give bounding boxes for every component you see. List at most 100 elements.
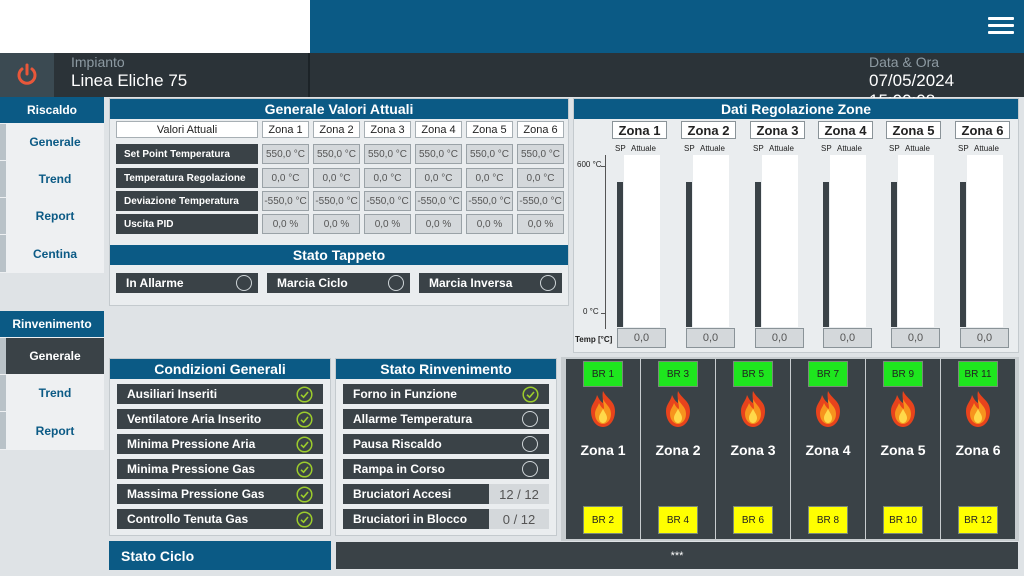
zone-regulation-title: Dati Regolazione Zone	[574, 99, 1018, 119]
values-table-cell: 0,0 %	[364, 214, 411, 234]
condition-item-label: Massima Pressione Gas	[127, 487, 265, 501]
zone-sp-bar	[755, 182, 761, 327]
condition-item-label: Controllo Tenuta Gas	[127, 512, 249, 526]
plant-label: Impianto	[71, 54, 125, 70]
sidebar-item-riscaldo-centina[interactable]: Centina	[0, 235, 104, 272]
burner-zone-name: Zona 3	[730, 442, 776, 458]
status-in-allarme: In Allarme	[116, 273, 258, 293]
zone-sp-bar	[823, 182, 829, 327]
zone-header: Zona 1	[612, 121, 667, 139]
sidebar-item-riscaldo-generale[interactable]: Generale	[0, 124, 104, 160]
values-table-cell: 550,0 °C	[415, 144, 462, 164]
sidebar-item-rinvenimento-generale[interactable]: Generale	[0, 338, 104, 374]
check-circle-icon	[296, 410, 313, 428]
burner-top-badge: BR 11	[958, 361, 998, 387]
burner-zone-name: Zona 4	[805, 442, 851, 458]
condition-item-label: Ausiliari Inseriti	[127, 387, 218, 401]
values-table-zone-header: Zona 1	[262, 121, 309, 138]
burner-bottom-badge: BR 2	[583, 506, 623, 534]
indicator-circle-icon	[522, 461, 538, 477]
rinvenimento-title: Stato Rinvenimento	[336, 359, 556, 379]
rinvenimento-item: Pausa Riscaldo	[343, 434, 549, 454]
sidebar-item-rinvenimento-report[interactable]: Report	[0, 412, 104, 449]
values-table-row-label: Set Point Temperatura	[116, 144, 258, 164]
sidebar-item-rinvenimento-trend[interactable]: Trend	[0, 375, 104, 411]
burner-top-badge: BR 7	[808, 361, 848, 387]
zone-actual-track	[967, 155, 1003, 327]
zone-sp-label: SP	[889, 144, 900, 153]
burner-zone-name: Zona 6	[955, 442, 1001, 458]
burner-bottom-badge: BR 10	[883, 506, 923, 534]
zone-actual-label: Attuale	[700, 144, 725, 153]
condition-item-label: Minima Pressione Gas	[127, 462, 256, 476]
values-table-cell: 550,0 °C	[517, 144, 564, 164]
zone-sp-label: SP	[821, 144, 832, 153]
rinvenimento-item-label: Allarme Temperatura	[353, 412, 473, 426]
zone-actual-track	[762, 155, 798, 327]
zone-actual-track	[624, 155, 660, 327]
indicator-circle-icon	[522, 436, 538, 452]
check-circle-icon	[296, 460, 313, 478]
values-table-cell: 550,0 °C	[262, 144, 309, 164]
status-marcia-ciclo: Marcia Ciclo	[267, 273, 410, 293]
rinvenimento-item: Allarme Temperatura	[343, 409, 549, 429]
stato-tappeto-title: Stato Tappeto	[110, 245, 568, 265]
zone-actual-track	[898, 155, 934, 327]
values-table-row-label: Temperatura Regolazione	[116, 168, 258, 188]
values-table-cell: -550,0 °C	[517, 191, 564, 211]
zone-header: Zona 2	[681, 121, 736, 139]
zone-sp-label: SP	[684, 144, 695, 153]
zone-actual-track	[830, 155, 866, 327]
condition-item: Ausiliari Inseriti	[117, 384, 323, 404]
flame-icon	[585, 389, 621, 429]
temp-unit-label: Temp [°C]	[575, 335, 613, 344]
status-in-allarme-indicator-icon	[236, 275, 252, 291]
zone-header: Zona 6	[955, 121, 1010, 139]
stato-ciclo-value: ***	[336, 542, 1018, 569]
values-table-cell: 0,0 °C	[517, 168, 564, 188]
zone-actual-label: Attuale	[974, 144, 999, 153]
bruciatori-accesi-value: 12 / 12	[489, 484, 549, 504]
values-table-cell: -550,0 °C	[415, 191, 462, 211]
burner-zone-name: Zona 2	[655, 442, 701, 458]
zone-sp-bar	[891, 182, 897, 327]
rinvenimento-item-label: Rampa in Corso	[353, 462, 446, 476]
zone-sp-label: SP	[753, 144, 764, 153]
condizioni-title: Condizioni Generali	[110, 359, 330, 379]
hamburger-menu-icon[interactable]	[988, 14, 1014, 38]
values-panel-title: Generale Valori Attuali	[110, 99, 568, 119]
values-table-cell: 0,0 %	[262, 214, 309, 234]
values-table-row-label: Uscita PID	[116, 214, 258, 234]
values-table-zone-header: Zona 3	[364, 121, 411, 138]
zone-temp-value: 0,0	[686, 328, 735, 348]
zone-sp-bar	[960, 182, 966, 327]
stato-ciclo-label: Stato Ciclo	[109, 541, 331, 570]
top-left-blank	[0, 0, 310, 53]
status-marcia-inversa: Marcia Inversa	[419, 273, 562, 293]
condition-item-label: Ventilatore Aria Inserito	[127, 412, 262, 426]
values-table-cell: 0,0 °C	[313, 168, 360, 188]
values-table-cell: -550,0 °C	[466, 191, 513, 211]
sidebar-item-riscaldo-report[interactable]: Report	[0, 198, 104, 234]
values-table-cell: 0,0 %	[415, 214, 462, 234]
zone-sp-bar	[686, 182, 692, 327]
power-icon	[17, 63, 37, 85]
zone-sp-label: SP	[615, 144, 626, 153]
zone-temp-value: 0,0	[823, 328, 872, 348]
values-table-cell: 0,0 °C	[466, 168, 513, 188]
values-table-cell: 550,0 °C	[466, 144, 513, 164]
bruciatori-accesi-label: Bruciatori Accesi	[343, 484, 489, 504]
flame-icon	[660, 389, 696, 429]
indicator-circle-icon	[522, 411, 538, 427]
check-circle-icon	[296, 485, 313, 503]
status-marcia-inversa-indicator-icon	[540, 275, 556, 291]
power-button[interactable]	[0, 53, 54, 97]
values-table-cell: -550,0 °C	[262, 191, 309, 211]
burner-bottom-badge: BR 8	[808, 506, 848, 534]
burner-bottom-badge: BR 12	[958, 506, 998, 534]
values-table-cell: 0,0 °C	[262, 168, 309, 188]
sidebar-item-riscaldo-trend[interactable]: Trend	[0, 161, 104, 197]
condition-item-label: Minima Pressione Aria	[127, 437, 256, 451]
zone-temp-value: 0,0	[617, 328, 666, 348]
values-table-zone-header: Zona 5	[466, 121, 513, 138]
